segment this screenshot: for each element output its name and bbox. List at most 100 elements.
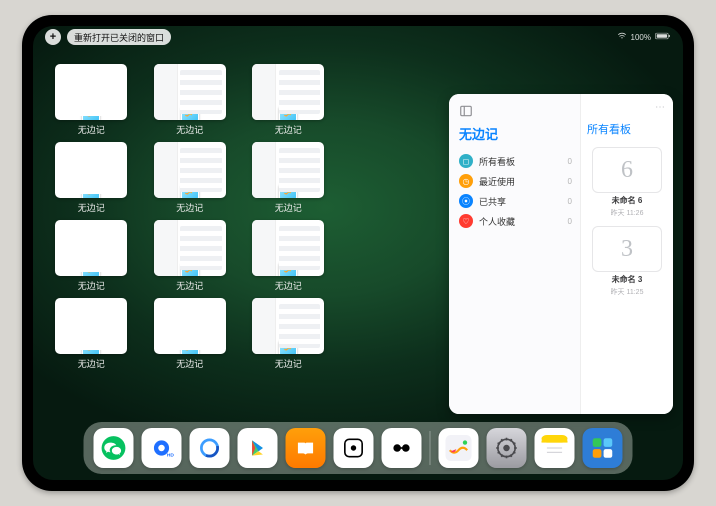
more-icon[interactable]: ⋯ <box>587 102 667 113</box>
category-icon: ◷ <box>459 174 473 188</box>
window-thumbnail[interactable]: 无边记 <box>244 64 333 136</box>
board-subtitle: 昨天 11:25 <box>611 287 644 297</box>
dock-separator <box>430 431 431 465</box>
board-name: 未命名 6 <box>612 195 643 206</box>
freeform-preview-panel: 无边记 ◻ 所有看板 0◷ 最近使用 0⦿ 已共享 0♡ 个人收藏 0 ⋯ 所有… <box>449 94 673 414</box>
panel-sidebar: 无边记 ◻ 所有看板 0◷ 最近使用 0⦿ 已共享 0♡ 个人收藏 0 <box>449 94 581 414</box>
freeform-app-icon <box>82 105 100 120</box>
freeform-app-icon <box>181 105 199 120</box>
window-thumbnail[interactable]: 无边记 <box>244 142 333 214</box>
dock-folder-icon[interactable] <box>583 428 623 468</box>
freeform-app-icon <box>279 261 297 276</box>
ipad-frame: + 重新打开已关闭的窗口 100% 无边记 无边记 <box>22 15 694 491</box>
sidebar-item[interactable]: ◷ 最近使用 0 <box>459 171 572 191</box>
dock: HD <box>84 422 633 474</box>
sidebar-item[interactable]: ♡ 个人收藏 0 <box>459 211 572 231</box>
window-thumbnail[interactable]: 无边记 <box>146 298 235 370</box>
dock-books-icon[interactable] <box>286 428 326 468</box>
board-preview: 6 <box>592 147 662 193</box>
window-label: 无边记 <box>176 201 203 214</box>
window-preview <box>154 142 226 198</box>
reopen-label: 重新打开已关闭的窗口 <box>74 31 164 44</box>
category-icon: ♡ <box>459 214 473 228</box>
window-label: 无边记 <box>176 357 203 370</box>
category-label: 个人收藏 <box>479 215 515 228</box>
freeform-app-icon <box>279 339 297 354</box>
freeform-app-icon <box>279 105 297 120</box>
category-count: 0 <box>568 157 572 166</box>
dock-dice-icon[interactable] <box>334 428 374 468</box>
dock-qq-blue-icon[interactable]: HD <box>142 428 182 468</box>
freeform-app-icon <box>181 261 199 276</box>
board-subtitle: 昨天 11:26 <box>611 208 644 218</box>
window-thumbnail[interactable]: 无边记 <box>146 220 235 292</box>
panel-boards: ⋯ 所有看板 6 未命名 6 昨天 11:26 3 未命名 3 昨天 11:25 <box>581 94 673 414</box>
sidebar-toggle-icon[interactable] <box>459 104 473 118</box>
dock-wechat-icon[interactable] <box>94 428 134 468</box>
window-label: 无边记 <box>275 279 302 292</box>
window-preview <box>55 64 127 120</box>
board-preview: 3 <box>592 226 662 272</box>
window-thumbnail[interactable]: 无边记 <box>244 220 333 292</box>
new-window-button[interactable]: + <box>45 29 61 45</box>
window-preview <box>252 220 324 276</box>
board-thumbnail[interactable]: 6 未命名 6 昨天 11:26 <box>587 147 667 218</box>
window-label: 无边记 <box>78 123 105 136</box>
window-thumbnail[interactable]: 无边记 <box>47 298 136 370</box>
freeform-app-icon <box>82 339 100 354</box>
wifi-icon <box>617 31 627 43</box>
window-thumbnail[interactable]: 无边记 <box>47 142 136 214</box>
window-thumbnail[interactable]: 无边记 <box>47 220 136 292</box>
status-indicators: 100% <box>617 31 671 43</box>
dock-settings-icon[interactable] <box>487 428 527 468</box>
category-icon: ◻ <box>459 154 473 168</box>
category-count: 0 <box>568 217 572 226</box>
window-preview <box>154 64 226 120</box>
freeform-app-icon <box>82 261 100 276</box>
dock-play-icon[interactable] <box>238 428 278 468</box>
dock-bow-icon[interactable] <box>382 428 422 468</box>
window-thumbnail[interactable]: 无边记 <box>146 142 235 214</box>
battery-icon <box>655 32 671 42</box>
window-label: 无边记 <box>176 279 203 292</box>
category-icon: ⦿ <box>459 194 473 208</box>
window-preview <box>252 142 324 198</box>
window-preview <box>55 142 127 198</box>
dock-notes-icon[interactable] <box>535 428 575 468</box>
category-label: 所有看板 <box>479 155 515 168</box>
window-preview <box>55 298 127 354</box>
window-thumbnail[interactable]: 无边记 <box>244 298 333 370</box>
dock-qb-icon[interactable] <box>190 428 230 468</box>
category-label: 已共享 <box>479 195 506 208</box>
window-preview <box>154 220 226 276</box>
window-preview <box>252 64 324 120</box>
window-label: 无边记 <box>275 201 302 214</box>
window-label: 无边记 <box>78 201 105 214</box>
panel-title: 无边记 <box>459 124 572 143</box>
freeform-app-icon <box>82 183 100 198</box>
sidebar-item[interactable]: ⦿ 已共享 0 <box>459 191 572 211</box>
boards-title: 所有看板 <box>587 121 667 137</box>
window-thumbnail[interactable]: 无边记 <box>146 64 235 136</box>
window-label: 无边记 <box>176 123 203 136</box>
sidebar-item[interactable]: ◻ 所有看板 0 <box>459 151 572 171</box>
svg-text:HD: HD <box>167 453 175 459</box>
window-label: 无边记 <box>275 357 302 370</box>
window-label: 无边记 <box>275 123 302 136</box>
window-preview <box>55 220 127 276</box>
stage-manager-area: 无边记 无边记 无边记 无边记 无边记 无边记 无边记 无边记 <box>43 50 673 422</box>
status-bar: + 重新打开已关闭的窗口 100% <box>33 30 683 44</box>
freeform-app-icon <box>181 339 199 354</box>
window-preview <box>154 298 226 354</box>
category-count: 0 <box>568 177 572 186</box>
reopen-closed-window-button[interactable]: 重新打开已关闭的窗口 <box>67 29 171 45</box>
freeform-app-icon <box>181 183 199 198</box>
freeform-app-icon <box>279 183 297 198</box>
window-label: 无边记 <box>78 357 105 370</box>
window-thumbnail[interactable]: 无边记 <box>47 64 136 136</box>
window-preview <box>252 298 324 354</box>
dock-freeform-icon[interactable] <box>439 428 479 468</box>
window-label: 无边记 <box>78 279 105 292</box>
board-thumbnail[interactable]: 3 未命名 3 昨天 11:25 <box>587 226 667 297</box>
window-grid: 无边记 无边记 无边记 无边记 无边记 无边记 无边记 无边记 <box>43 50 435 422</box>
